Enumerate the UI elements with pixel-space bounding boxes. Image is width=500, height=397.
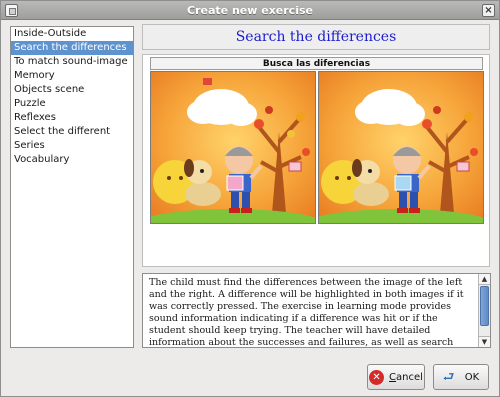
exercise-title: Search the differences xyxy=(235,29,397,45)
list-item-vocabulary[interactable]: Vocabulary xyxy=(11,153,133,167)
list-item-memory[interactable]: Memory xyxy=(11,69,133,83)
list-item-inside-outside[interactable]: Inside-Outside xyxy=(11,27,133,41)
description-text: The child must find the differences betw… xyxy=(149,277,464,348)
title-bar[interactable]: Create new exercise × xyxy=(1,1,499,20)
exercise-description[interactable]: The child must find the differences betw… xyxy=(142,273,491,348)
list-item-search-differences[interactable]: Search the differences xyxy=(11,41,133,55)
dialog-window: Create new exercise × Inside-Outside Sea… xyxy=(0,0,500,397)
scene-illustration-left xyxy=(151,72,315,223)
ok-button[interactable]: ⮐ OK xyxy=(433,364,489,390)
list-item-reflexes[interactable]: Reflexes xyxy=(11,111,133,125)
description-scrollbar[interactable]: ▲ ▼ xyxy=(478,274,490,347)
exercise-header: Search the differences xyxy=(142,24,490,50)
enter-arrow-icon: ⮐ xyxy=(442,369,455,385)
preview-panel: Busca las diferencias xyxy=(142,54,490,267)
preview-image-left xyxy=(150,71,316,224)
scroll-thumb[interactable] xyxy=(480,286,489,326)
list-item-objects-scene[interactable]: Objects scene xyxy=(11,83,133,97)
close-button[interactable]: × xyxy=(482,4,495,17)
exercise-type-list[interactable]: Inside-Outside Search the differences To… xyxy=(10,26,134,348)
preview-blank-area xyxy=(150,225,483,263)
list-item-select-different[interactable]: Select the different xyxy=(11,125,133,139)
list-item-series[interactable]: Series xyxy=(11,139,133,153)
preview-caption: Busca las diferencias xyxy=(150,57,483,70)
list-item-sound-image[interactable]: To match sound-image xyxy=(11,55,133,69)
scene-illustration-right xyxy=(319,72,483,223)
cancel-button[interactable]: ✕ Cancel xyxy=(367,364,425,390)
window-title: Create new exercise xyxy=(187,4,313,17)
cancel-icon: ✕ xyxy=(369,369,385,385)
list-item-puzzle[interactable]: Puzzle xyxy=(11,97,133,111)
cancel-button-label: Cancel xyxy=(389,371,423,383)
scroll-up-arrow-icon[interactable]: ▲ xyxy=(479,274,490,285)
preview-image-right xyxy=(318,71,484,224)
ok-button-label: OK xyxy=(464,371,480,383)
scroll-down-arrow-icon[interactable]: ▼ xyxy=(479,336,490,347)
